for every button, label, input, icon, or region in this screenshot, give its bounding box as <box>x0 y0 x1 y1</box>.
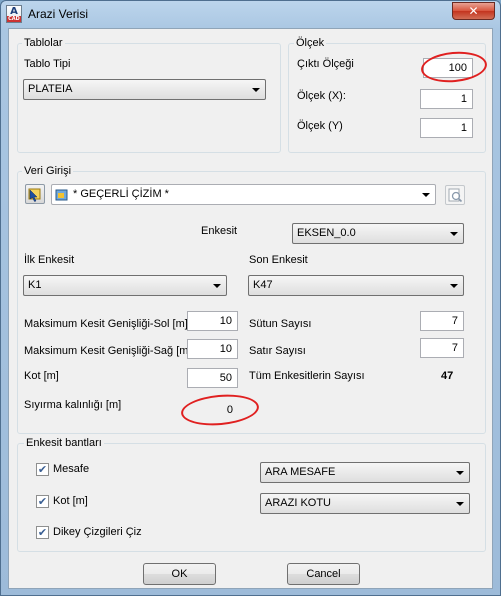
cancel-button[interactable]: Cancel <box>287 563 360 585</box>
son-enkesit-dropdown[interactable]: K47 <box>248 275 464 296</box>
kot-input[interactable]: 50 <box>187 368 238 388</box>
select-from-drawing-button[interactable] <box>25 184 45 204</box>
tablo-tipi-label: Tablo Tipi <box>24 58 71 70</box>
son-enkesit-value: K47 <box>253 279 273 291</box>
chevron-down-icon <box>422 193 430 197</box>
tablo-tipi-value: PLATEIA <box>28 83 73 95</box>
olcek-x-input[interactable]: 1 <box>420 89 473 109</box>
siyirma-input[interactable]: 0 <box>189 400 239 420</box>
select-arrow-icon <box>28 188 41 202</box>
mesafe-checkbox[interactable]: ✔ <box>36 463 49 476</box>
data-source-dropdown[interactable]: * GEÇERLİ ÇİZİM * <box>51 184 436 205</box>
checkmark-icon: ✔ <box>37 495 48 508</box>
max-sag-label: Maksimum Kesit Genişliği-Sağ [m] <box>24 345 192 357</box>
veri-girisi-group <box>17 171 486 434</box>
olcek-x-label: Ölçek (X): <box>297 90 346 102</box>
ilk-enkesit-value: K1 <box>28 279 42 291</box>
dikey-cizgiler-checkbox[interactable]: ✔ <box>36 526 49 539</box>
checkmark-icon: ✔ <box>37 463 48 476</box>
bant-kot-label: Kot [m] <box>53 495 88 507</box>
ok-button[interactable]: OK <box>143 563 216 585</box>
autocad-app-icon: A CAD <box>6 5 22 23</box>
cikti-olcegi-label: Çıktı Ölçeği <box>297 58 354 70</box>
ilk-enkesit-dropdown[interactable]: K1 <box>23 275 227 296</box>
tablo-tipi-dropdown[interactable]: PLATEIA <box>23 79 266 100</box>
max-sol-input[interactable]: 10 <box>187 311 238 331</box>
toplam-enkesit-label: Tüm Enkesitlerin Sayısı <box>249 370 365 382</box>
chevron-down-icon <box>456 471 464 475</box>
close-icon: ✕ <box>468 4 479 18</box>
satir-sayisi-label: Satır Sayısı <box>249 345 306 357</box>
toplam-enkesit-value: 47 <box>441 370 454 382</box>
olcek-y-input[interactable]: 1 <box>420 118 473 138</box>
cikti-olcegi-input[interactable]: 100 <box>423 58 473 78</box>
kot-checkbox[interactable]: ✔ <box>36 495 49 508</box>
enkesit-value: EKSEN_0.0 <box>297 227 356 239</box>
siyirma-label: Sıyırma kalınlığı [m] <box>24 399 122 411</box>
son-enkesit-label: Son Enkesit <box>249 254 308 266</box>
bant-kot-value: ARAZI KOTU <box>265 497 332 509</box>
enkesit-bantlari-group-label: Enkesit bantları <box>24 437 104 449</box>
kot-label: Kot [m] <box>24 370 59 382</box>
sutun-sayisi-label: Sütun Sayısı <box>249 318 312 330</box>
dialog-client-area: Tablolar Tablo Tipi PLATEIA Ölçek Çıktı … <box>8 28 493 589</box>
veri-girisi-group-label: Veri Girişi <box>22 165 74 177</box>
tablolar-group-label: Tablolar <box>22 37 65 49</box>
sutun-sayisi-input[interactable]: 7 <box>420 311 464 331</box>
data-source-value: * GEÇERLİ ÇİZİM * <box>73 188 169 200</box>
drawing-file-icon <box>55 189 68 201</box>
dikey-cizgiler-label: Dikey Çizgileri Çiz <box>53 526 142 538</box>
window-title: Arazi Verisi <box>28 7 89 21</box>
chevron-down-icon <box>450 284 458 288</box>
enkesit-dropdown[interactable]: EKSEN_0.0 <box>292 223 464 244</box>
olcek-y-label: Ölçek (Y) <box>297 120 343 132</box>
chevron-down-icon <box>456 502 464 506</box>
chevron-down-icon <box>213 284 221 288</box>
chevron-down-icon <box>252 88 260 92</box>
max-sol-label: Maksimum Kesit Genişliği-Sol [m] <box>24 318 188 330</box>
checkmark-icon: ✔ <box>37 526 48 539</box>
browse-button[interactable] <box>445 185 465 205</box>
app-icon-sublabel: CAD <box>7 16 21 22</box>
mesafe-label: Mesafe <box>53 463 90 475</box>
olcek-group-label: Ölçek <box>294 37 327 49</box>
mesafe-dropdown[interactable]: ARA MESAFE <box>260 462 470 483</box>
dialog-window: A CAD Arazi Verisi ✕ Tablolar Tablo Tipi … <box>0 0 501 596</box>
close-button[interactable]: ✕ <box>452 2 495 20</box>
magnifier-icon <box>448 188 463 203</box>
max-sag-input[interactable]: 10 <box>187 339 238 359</box>
satir-sayisi-input[interactable]: 7 <box>420 338 464 358</box>
mesafe-value: ARA MESAFE <box>265 466 336 478</box>
title-bar[interactable]: A CAD Arazi Verisi ✕ <box>1 1 500 27</box>
ilk-enkesit-label: İlk Enkesit <box>24 254 75 266</box>
enkesit-label: Enkesit <box>201 225 238 237</box>
chevron-down-icon <box>450 232 458 236</box>
kot-dropdown[interactable]: ARAZI KOTU <box>260 493 470 514</box>
